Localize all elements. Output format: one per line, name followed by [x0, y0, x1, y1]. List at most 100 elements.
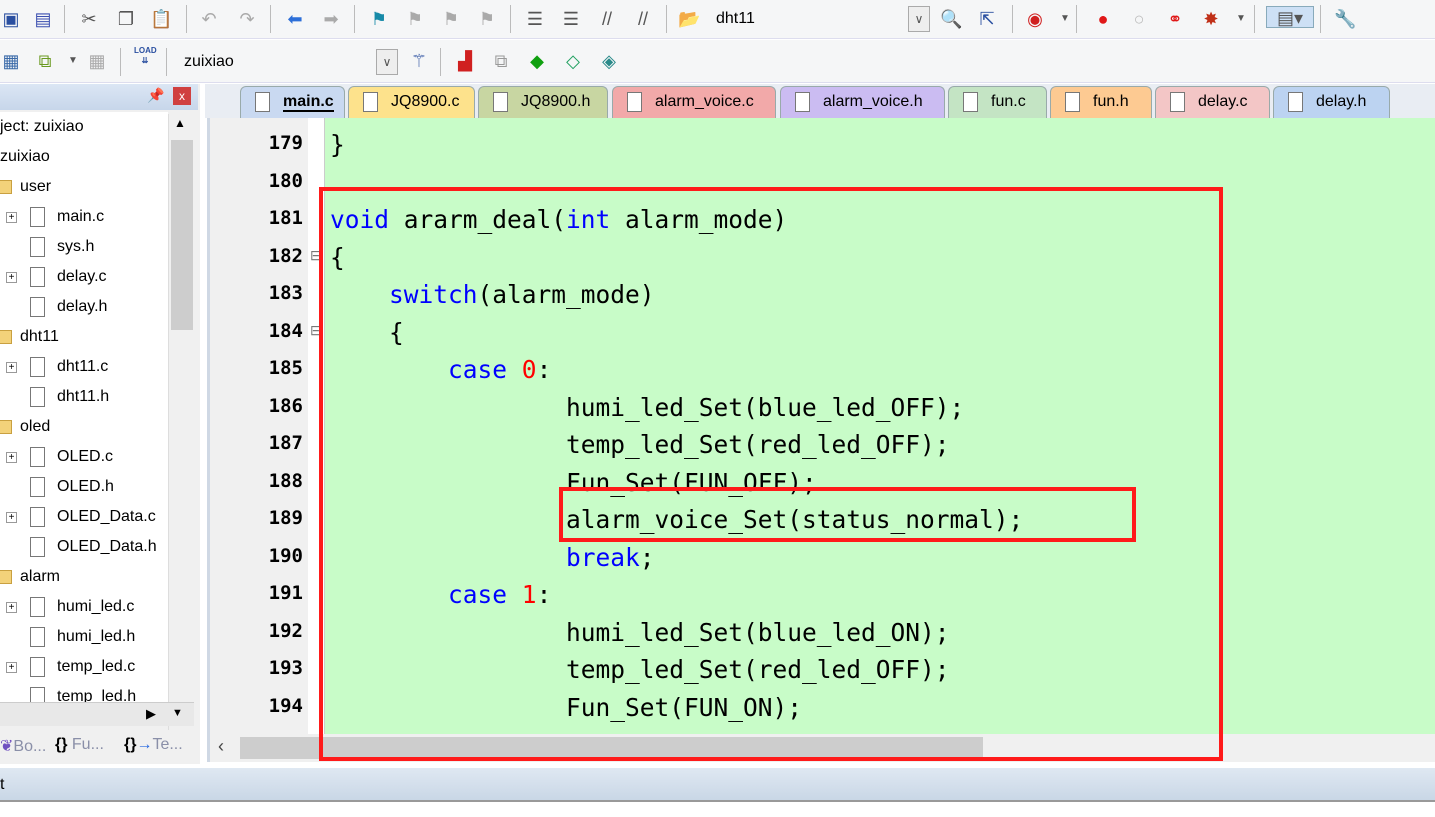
file-icon: [30, 206, 45, 227]
comment-icon[interactable]: //: [596, 8, 618, 30]
select-packs-icon[interactable]: ◇: [562, 50, 584, 72]
tab-alarm-voice-c[interactable]: alarm_voice.c: [612, 86, 776, 118]
scroll-right-icon[interactable]: ▶: [146, 706, 156, 722]
tree-item[interactable]: zuixiao: [0, 142, 50, 172]
expand-icon[interactable]: +: [6, 602, 17, 613]
chevron-down-icon[interactable]: ▼: [62, 50, 84, 72]
tree-vertical-scrollbar[interactable]: ▲: [168, 114, 194, 730]
scrollbar-thumb[interactable]: [171, 140, 193, 330]
tree-item[interactable]: oled: [0, 412, 50, 442]
chevron-down-icon[interactable]: ▼: [1054, 8, 1076, 30]
file-icon: [1065, 92, 1080, 112]
stop-build-icon[interactable]: ▦: [86, 50, 108, 72]
indent-icon[interactable]: ☰: [524, 8, 546, 30]
debug-session-icon[interactable]: ◉: [1024, 8, 1046, 30]
expand-icon[interactable]: +: [6, 212, 17, 223]
undo-icon[interactable]: ↶: [198, 8, 220, 30]
tree-item[interactable]: + delay.c: [0, 262, 107, 292]
tree-item[interactable]: temp_led.h: [0, 682, 136, 702]
tree-item[interactable]: + main.c: [0, 202, 104, 232]
tree-item[interactable]: + OLED.c: [0, 442, 113, 472]
prev-bookmark-icon[interactable]: ⚑: [404, 8, 426, 30]
tree-item[interactable]: user: [0, 172, 51, 202]
redo-icon[interactable]: ↷: [236, 8, 258, 30]
translate-icon[interactable]: ▦: [0, 50, 22, 72]
save-icon[interactable]: ▣: [0, 8, 22, 30]
file-extensions-icon[interactable]: ⧉: [490, 50, 512, 72]
manage-components-icon[interactable]: ▟: [454, 50, 476, 72]
chevron-down-icon[interactable]: ▼: [1230, 8, 1252, 30]
close-icon[interactable]: x: [173, 87, 191, 105]
scroll-left-icon[interactable]: ‹: [218, 736, 224, 757]
tab-delay-h[interactable]: delay.h: [1273, 86, 1390, 118]
copy-icon[interactable]: ❐: [115, 8, 137, 30]
tree-item[interactable]: alarm: [0, 562, 60, 592]
paste-icon[interactable]: 📋: [150, 8, 172, 30]
save-all-icon[interactable]: ▤: [32, 8, 54, 30]
kill-breakpoints-icon[interactable]: ✸: [1200, 8, 1222, 30]
tree-item[interactable]: dht11.h: [0, 382, 109, 412]
tab-fun-h[interactable]: fun.h: [1050, 86, 1152, 118]
separator: [120, 48, 121, 76]
tree-item[interactable]: ject: zuixiao: [0, 112, 84, 142]
tab-alarm-voice-h[interactable]: alarm_voice.h: [780, 86, 945, 118]
target-options-icon[interactable]: ⚚: [408, 50, 430, 72]
expand-icon[interactable]: +: [6, 362, 17, 373]
forward-arrow-icon[interactable]: ➡: [320, 8, 342, 30]
uncomment-icon[interactable]: //: [632, 8, 654, 30]
incremental-find-icon[interactable]: ⇱: [976, 8, 998, 30]
next-bookmark-icon[interactable]: ⚑: [440, 8, 462, 30]
books-tab[interactable]: ❦Bo...: [0, 736, 46, 756]
expand-icon[interactable]: +: [6, 272, 17, 283]
breakpoint-icon[interactable]: ●: [1092, 8, 1114, 30]
disable-all-breakpoints-icon[interactable]: ⚭: [1164, 8, 1186, 30]
tree-item[interactable]: OLED_Data.h: [0, 532, 157, 562]
tree-item[interactable]: + OLED_Data.c: [0, 502, 156, 532]
tree-item[interactable]: sys.h: [0, 232, 94, 262]
bookmark-icon[interactable]: ⚑: [368, 8, 390, 30]
tree-item[interactable]: + temp_led.c: [0, 652, 135, 682]
main-toolbar: ▣ ▤ ✂ ❐ 📋 ↶ ↷ ⬅ ➡ ⚑ ⚑ ⚑ ⚑ ☰ ☰ // // 📂 dh…: [0, 0, 1435, 39]
tree-item-label: temp_led.c: [57, 658, 136, 675]
target-combo[interactable]: dht11 ∨: [708, 6, 930, 32]
tree-item[interactable]: dht11: [0, 322, 59, 352]
tree-item[interactable]: humi_led.h: [0, 622, 135, 652]
expand-icon[interactable]: +: [6, 662, 17, 673]
pin-icon[interactable]: 📌: [147, 87, 164, 104]
back-arrow-icon[interactable]: ⬅: [284, 8, 306, 30]
disable-breakpoint-icon[interactable]: ○: [1128, 8, 1150, 30]
tab-JQ8900-c[interactable]: JQ8900.c: [348, 86, 475, 118]
cut-icon[interactable]: ✂: [78, 8, 100, 30]
clear-bookmarks-icon[interactable]: ⚑: [476, 8, 498, 30]
tree-item[interactable]: + dht11.c: [0, 352, 108, 382]
manage-rte-icon[interactable]: ◆: [526, 50, 548, 72]
project-target-combo[interactable]: zuixiao ∨: [176, 49, 398, 75]
tab-fun-c[interactable]: fun.c: [948, 86, 1047, 118]
scroll-down-icon[interactable]: ▼: [172, 707, 183, 719]
load-icon[interactable]: LOAD ⇊: [134, 46, 157, 68]
scroll-up-icon[interactable]: ▲: [174, 116, 186, 130]
tab-main-c[interactable]: main.c: [240, 86, 345, 118]
tab-JQ8900-h[interactable]: JQ8900.h: [478, 86, 608, 118]
tree-item[interactable]: OLED.h: [0, 472, 114, 502]
chevron-down-icon[interactable]: ∨: [376, 49, 398, 75]
functions-tab[interactable]: {} Fu...: [55, 736, 104, 754]
tree-item[interactable]: + humi_led.c: [0, 592, 134, 622]
expand-icon[interactable]: +: [6, 512, 17, 523]
tree-item[interactable]: delay.h: [0, 292, 107, 322]
window-layout-icon[interactable]: ▤▾: [1266, 6, 1314, 28]
templates-tab[interactable]: {}→Te...: [124, 736, 183, 754]
wrench-icon[interactable]: 🔧: [1334, 8, 1356, 30]
separator: [354, 5, 355, 33]
line-number: 188: [268, 469, 303, 492]
unindent-icon[interactable]: ☰: [560, 8, 582, 30]
tree-horizontal-scrollbar[interactable]: ▶ ▼: [0, 702, 194, 726]
build-icon[interactable]: ⧉: [34, 50, 56, 72]
tab-delay-c[interactable]: delay.c: [1155, 86, 1270, 118]
chevron-down-icon[interactable]: ∨: [908, 6, 930, 32]
file-icon: [30, 506, 45, 527]
find-in-files-icon[interactable]: 📂: [678, 8, 700, 30]
expand-icon[interactable]: +: [6, 452, 17, 463]
find-icon[interactable]: 🔍: [940, 8, 962, 30]
pack-installer-icon[interactable]: ◈: [598, 50, 620, 72]
